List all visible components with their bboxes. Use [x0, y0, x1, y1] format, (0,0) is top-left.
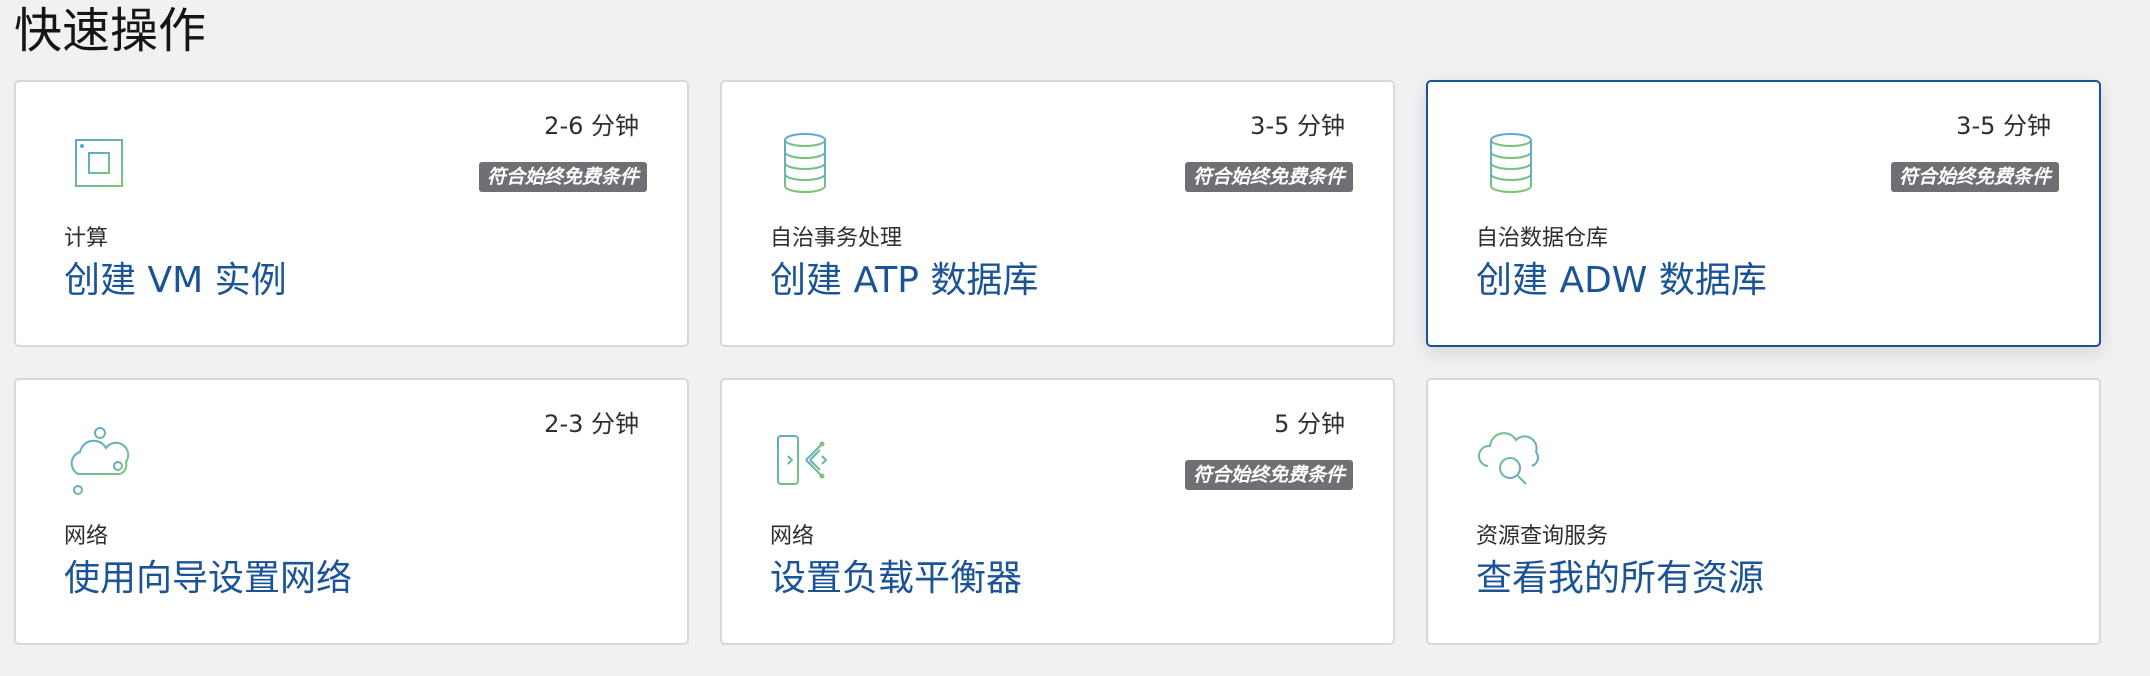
- quick-action-card-create-adw[interactable]: 3-5 分钟 符合始终免费条件 自治数据仓库 创建 ADW 数据库: [1426, 80, 2101, 347]
- time-estimate: 5 分钟: [1274, 410, 1345, 438]
- quick-action-card-create-atp[interactable]: 3-5 分钟 符合始终免费条件 自治事务处理 创建 ATP 数据库: [720, 80, 1395, 347]
- create-atp-link[interactable]: 创建 ATP 数据库: [770, 258, 1038, 304]
- card-category: 计算: [64, 226, 109, 251]
- load-balancer-link[interactable]: 设置负载平衡器: [770, 556, 1022, 602]
- quick-action-card-create-vm[interactable]: 2-6 分钟 符合始终免费条件 计算 创建 VM 实例: [14, 80, 689, 347]
- load-balancer-icon: [770, 426, 840, 496]
- quick-action-card-resource-query[interactable]: 资源查询服务 查看我的所有资源: [1426, 378, 2101, 645]
- card-category: 网络: [64, 524, 109, 549]
- database-icon: [1476, 128, 1546, 198]
- card-category: 资源查询服务: [1476, 524, 1609, 549]
- quick-action-card-load-balancer[interactable]: 5 分钟 符合始终免费条件 网络 设置负载平衡器: [720, 378, 1395, 645]
- always-free-badge: 符合始终免费条件: [1184, 162, 1353, 192]
- create-adw-link[interactable]: 创建 ADW 数据库: [1476, 258, 1767, 304]
- cpu-chip-icon: [64, 128, 134, 198]
- always-free-badge: 符合始终免费条件: [1184, 460, 1353, 490]
- view-all-resources-link[interactable]: 查看我的所有资源: [1476, 556, 1764, 602]
- card-category: 自治数据仓库: [1476, 226, 1609, 251]
- create-vm-link[interactable]: 创建 VM 实例: [64, 258, 287, 304]
- network-cloud-icon: [64, 426, 134, 496]
- network-wizard-link[interactable]: 使用向导设置网络: [64, 556, 352, 602]
- cloud-search-icon: [1476, 426, 1546, 496]
- card-category: 自治事务处理: [770, 226, 903, 251]
- always-free-badge: 符合始终免费条件: [1890, 162, 2059, 192]
- time-estimate: 3-5 分钟: [1956, 112, 2051, 140]
- time-estimate: 3-5 分钟: [1250, 112, 1345, 140]
- quick-action-card-network-wizard[interactable]: 2-3 分钟 网络 使用向导设置网络: [14, 378, 689, 645]
- card-category: 网络: [770, 524, 815, 549]
- time-estimate: 2-3 分钟: [544, 410, 639, 438]
- database-icon: [770, 128, 840, 198]
- section-title: 快速操作: [14, 3, 207, 59]
- always-free-badge: 符合始终免费条件: [478, 162, 647, 192]
- time-estimate: 2-6 分钟: [544, 112, 639, 140]
